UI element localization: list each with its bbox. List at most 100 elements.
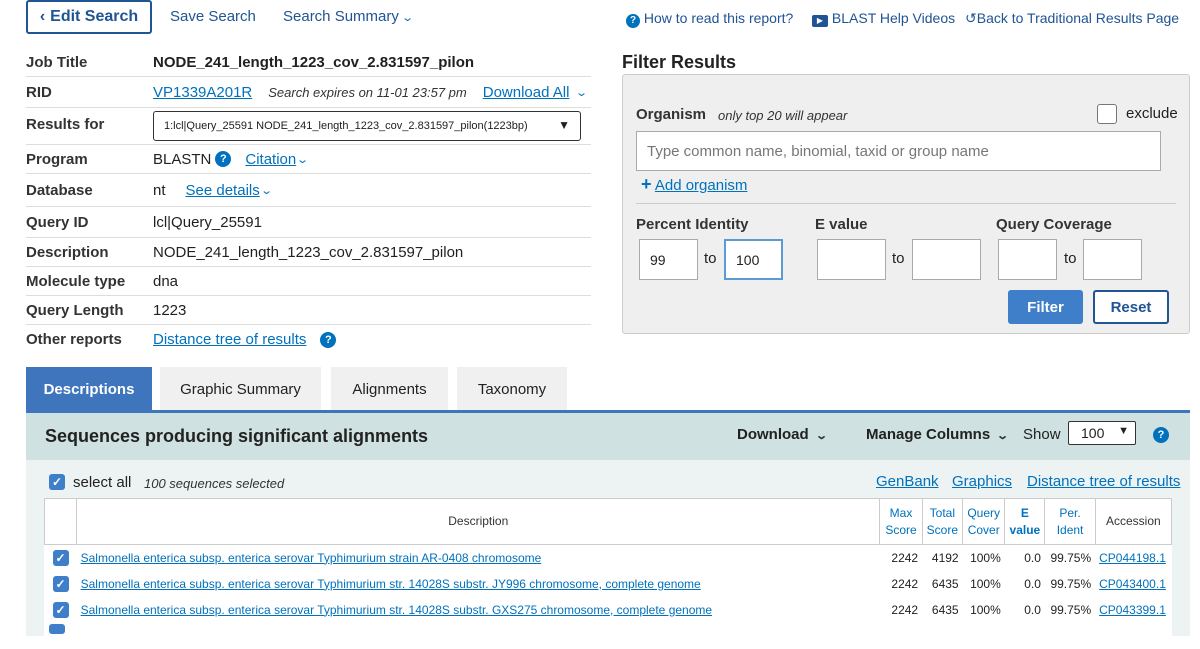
header-query-cover[interactable]: Query Cover: [962, 498, 1006, 545]
row-per-ident: 99.75%: [1050, 576, 1092, 591]
filter-button[interactable]: Filter: [1008, 290, 1083, 324]
genbank-link[interactable]: GenBank: [876, 473, 939, 490]
header-total-score[interactable]: Total Score: [921, 498, 964, 545]
filter-results-title: Filter Results: [622, 52, 737, 72]
distance-tree-results-link[interactable]: Distance tree of results: [1027, 473, 1180, 490]
back-traditional-link[interactable]: ↺Back to Traditional Results Page: [965, 10, 1179, 27]
rid-link[interactable]: VP1339A201R: [153, 84, 252, 101]
header-evalue-line1: E: [1020, 505, 1029, 520]
table-header-row: Description Max Score Total Score Query Cov…: [43, 498, 1173, 545]
row-checkbox[interactable]: [48, 623, 65, 634]
database-row: Database nt See details ⌄: [26, 174, 591, 207]
query-id-label: Query ID: [26, 213, 89, 231]
row-checkbox[interactable]: ✓: [52, 549, 69, 566]
rid-label: RID: [26, 83, 52, 101]
row-accession-link[interactable]: CP043399.1: [1099, 603, 1166, 617]
organism-label: Organism: [636, 106, 707, 123]
program-label: Program: [26, 150, 88, 168]
chevron-down-icon: ⌄: [575, 86, 589, 99]
query-length-value: 1223: [153, 301, 187, 319]
database-label: Database: [26, 181, 93, 199]
save-search-link[interactable]: Save Search: [170, 8, 256, 25]
row-max-score: 2242: [891, 602, 919, 617]
header-max-score-line2: Score: [885, 522, 917, 537]
download-menu[interactable]: Download ⌄: [737, 426, 828, 443]
manage-columns-label: Manage Columns: [866, 426, 991, 443]
row-evalue: 0.0: [1024, 602, 1041, 617]
row-checkbox[interactable]: ✓: [52, 601, 69, 618]
percent-identity-to-input[interactable]: 100: [724, 239, 783, 280]
search-summary-link[interactable]: Search Summary ⌄: [283, 8, 414, 25]
to-label: to: [704, 250, 717, 267]
row-checkbox[interactable]: ✓: [52, 575, 69, 592]
header-max-score[interactable]: Max Score: [879, 498, 923, 545]
organism-input[interactable]: Type common name, binomial, taxid or gro…: [636, 131, 1161, 171]
results-for-select[interactable]: 1:lcl|Query_25591 NODE_241_length_1223_c…: [153, 111, 581, 141]
chevron-left-icon: ‹: [39, 8, 46, 25]
row-description-link[interactable]: Salmonella enterica subsp. enterica sero…: [81, 577, 701, 591]
edit-search-label: Edit Search: [50, 8, 139, 25]
table-row[interactable]: ✓ Salmonella enterica subsp. enterica ser…: [45, 597, 1172, 623]
evalue-label: E value: [815, 216, 868, 233]
help-icon[interactable]: ?: [320, 331, 337, 348]
results-for-value: 1:lcl|Query_25591 NODE_241_length_1223_c…: [164, 120, 528, 132]
percent-identity-from-input[interactable]: 99: [639, 239, 698, 280]
tab-taxonomy[interactable]: Taxonomy: [457, 367, 567, 411]
tab-descriptions[interactable]: Descriptions: [26, 367, 152, 411]
search-summary-label: Search Summary: [283, 8, 399, 25]
add-organism-link[interactable]: + Add organism: [641, 174, 747, 195]
download-all-link[interactable]: Download All: [483, 84, 570, 101]
row-accession-link[interactable]: CP043400.1: [1099, 577, 1166, 591]
row-max-score: 2242: [891, 576, 919, 591]
chevron-down-icon: ⌄: [996, 430, 1010, 442]
query-id-value: lcl|Query_25591: [153, 213, 262, 231]
tab-alignments[interactable]: Alignments: [331, 367, 448, 411]
edit-search-button[interactable]: ‹ Edit Search: [26, 0, 152, 34]
help-icon[interactable]: ?: [215, 151, 232, 167]
download-label: Download: [737, 426, 809, 443]
reset-button[interactable]: Reset: [1093, 290, 1169, 324]
description-label: Description: [26, 243, 109, 261]
exclude-label: exclude: [1126, 105, 1178, 122]
results-for-label: Results for: [26, 116, 105, 133]
query-coverage-to-input[interactable]: [1083, 239, 1142, 280]
how-to-read-link[interactable]: ? How to read this report?: [626, 10, 793, 28]
row-description-link[interactable]: Salmonella enterica subsp. enterica sero…: [81, 551, 542, 565]
distance-tree-link[interactable]: Distance tree of results: [153, 331, 306, 348]
header-total-score-line2: Score: [926, 522, 959, 537]
caret-down-icon: ▼: [1118, 425, 1129, 437]
citation-link[interactable]: Citation: [245, 151, 296, 168]
graphics-link[interactable]: Graphics: [952, 473, 1012, 490]
other-reports-row: Other reports Distance tree of results ?: [26, 325, 591, 354]
row-accession-link[interactable]: CP044198.1: [1099, 551, 1166, 565]
query-coverage-from-input[interactable]: [998, 239, 1057, 280]
filter-panel: Organism only top 20 will appear exclude…: [622, 74, 1190, 334]
header-max-score-line1: Max: [889, 505, 913, 520]
tab-graphic-summary[interactable]: Graphic Summary: [160, 367, 321, 411]
job-title-row: Job Title NODE_241_length_1223_cov_2.831…: [26, 48, 591, 77]
how-to-read-label: How to read this report?: [643, 10, 794, 26]
see-details-link[interactable]: See details: [186, 182, 260, 199]
row-total-score: 6435: [931, 576, 959, 591]
header-evalue[interactable]: Evalue: [1004, 498, 1046, 545]
select-all-checkbox[interactable]: ✓: [49, 474, 65, 490]
row-description-link[interactable]: Salmonella enterica subsp. enterica sero…: [81, 603, 712, 617]
table-row[interactable]: ✓ Salmonella enterica subsp. enterica ser…: [45, 545, 1172, 571]
evalue-to-input[interactable]: [912, 239, 981, 280]
other-reports-label: Other reports: [26, 331, 122, 348]
to-label: to: [892, 250, 905, 267]
manage-columns-menu[interactable]: Manage Columns ⌄: [866, 426, 1010, 443]
help-icon[interactable]: ?: [1153, 427, 1169, 443]
header-accession[interactable]: Accession: [1094, 498, 1173, 545]
show-select[interactable]: 100 ▼: [1068, 421, 1136, 445]
program-row: Program BLASTN ? Citation ⌄: [26, 145, 591, 174]
header-description[interactable]: Description: [76, 498, 881, 545]
table-row[interactable]: ✓ Salmonella enterica subsp. enterica ser…: [45, 571, 1172, 597]
header-per-ident[interactable]: Per. Ident: [1044, 498, 1096, 545]
blast-help-videos-label: BLAST Help Videos: [831, 10, 956, 26]
exclude-checkbox[interactable]: [1097, 104, 1117, 124]
chevron-down-icon: ⌄: [259, 184, 273, 197]
blast-help-videos-link[interactable]: ▶ BLAST Help Videos: [812, 10, 955, 27]
add-organism-label: Add organism: [654, 177, 748, 194]
evalue-from-input[interactable]: [817, 239, 886, 280]
